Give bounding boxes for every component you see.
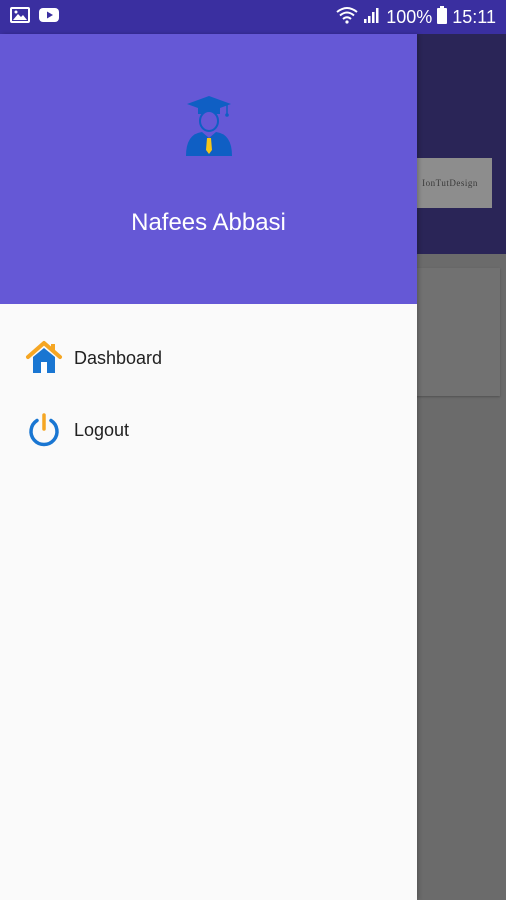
menu-item-logout[interactable]: Logout (0, 394, 417, 466)
clock: 15:11 (452, 6, 496, 27)
drawer-header: Nafees Abbasi (0, 34, 417, 304)
battery-icon (437, 5, 448, 29)
gallery-notification-icon (10, 6, 30, 28)
wifi-icon (336, 6, 358, 29)
status-right: 100% 15:11 (336, 5, 496, 29)
navigation-drawer: Nafees Abbasi Dashboard Logout (0, 34, 417, 900)
menu-label-logout: Logout (74, 419, 130, 440)
status-left (10, 6, 60, 28)
drawer-menu: Dashboard Logout (0, 304, 417, 466)
menu-item-dashboard[interactable]: Dashboard (0, 322, 417, 394)
signal-icon (363, 6, 381, 29)
user-name: Nafees Abbasi (131, 209, 286, 236)
status-bar: 100% 15:11 (0, 0, 506, 34)
menu-label-dashboard: Dashboard (74, 347, 163, 368)
graduate-avatar-icon (183, 94, 235, 158)
youtube-notification-icon (38, 7, 60, 28)
home-icon (24, 338, 64, 378)
battery-percent: 100% (386, 6, 433, 27)
power-icon (24, 410, 64, 450)
